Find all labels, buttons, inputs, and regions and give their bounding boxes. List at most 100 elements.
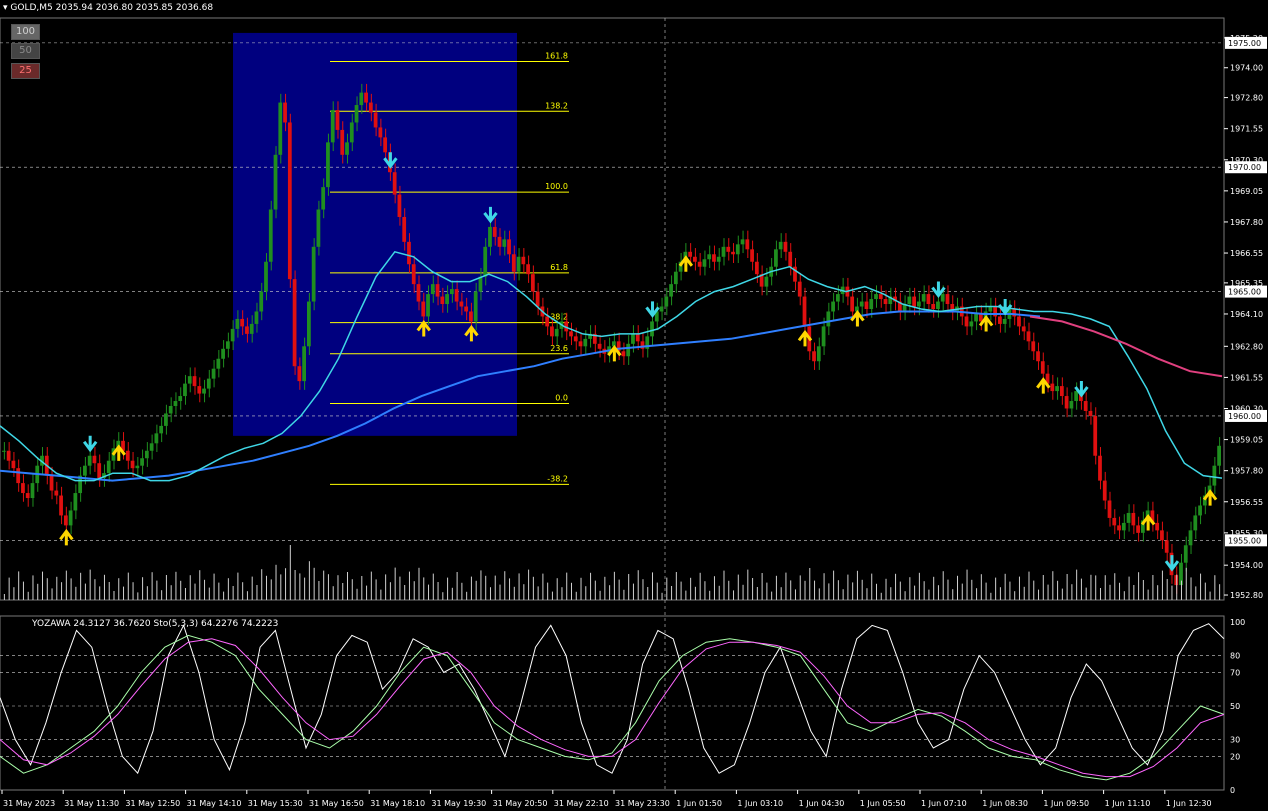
candle-body (307, 301, 311, 347)
volume-bar (661, 592, 663, 600)
time-tick-label: 1 Jun 07:10 (921, 799, 967, 808)
volume-bar (1076, 569, 1078, 600)
volume-bar (423, 577, 425, 600)
volume-bar (1200, 573, 1202, 600)
candle-body (187, 376, 192, 384)
candle-body (797, 281, 802, 297)
candle-body (68, 510, 73, 526)
volume-bar (8, 577, 10, 600)
volume-bar (523, 584, 525, 600)
candle-body (1121, 522, 1126, 531)
scale-100-button[interactable]: 100 (11, 24, 40, 40)
candle-body (788, 251, 793, 267)
volume-bar (980, 574, 982, 600)
volume-bar (118, 578, 120, 600)
volume-bar (142, 577, 144, 600)
time-tick-label: 31 May 2023 (3, 799, 55, 808)
candle-body (230, 328, 235, 342)
candle-body (578, 341, 583, 347)
volume-bar (999, 587, 1001, 600)
candle-body (731, 251, 735, 255)
volume-bar (251, 576, 253, 600)
volume-bar (242, 582, 244, 600)
volume-bar (89, 569, 91, 600)
volume-bar (566, 572, 568, 600)
volume-bar (103, 574, 105, 600)
volume-bar (199, 570, 201, 600)
price-tick-label: 1972.80 (1230, 94, 1263, 103)
osc-tick-label: 20 (1230, 752, 1240, 761)
volume-bar (952, 589, 954, 600)
candle-body (816, 346, 821, 362)
candle-body (245, 326, 249, 334)
volume-bar (223, 591, 225, 600)
volume-bar (451, 587, 453, 600)
volume-bar (146, 586, 148, 600)
candle-body (416, 284, 421, 302)
volume-bars (3, 545, 1221, 600)
volume-bar (404, 585, 406, 600)
volume-bar (852, 582, 854, 600)
candle-body (1021, 326, 1026, 332)
candle-body (707, 254, 712, 260)
volume-bar (246, 591, 248, 600)
candle-body (164, 413, 168, 426)
candle-body (693, 256, 697, 262)
fib-label: 161.8 (545, 52, 568, 61)
candle-body (330, 110, 335, 143)
candle-body (364, 92, 368, 103)
collapse-triangle-icon[interactable]: ▾ (3, 3, 8, 13)
volume-bar (1095, 575, 1097, 600)
volume-bar (1185, 567, 1187, 600)
price-tick-label: 1964.10 (1230, 310, 1263, 319)
volume-bar (466, 591, 468, 600)
volume-bar (380, 589, 382, 600)
volume-bar (628, 574, 630, 600)
volume-bar (694, 586, 696, 600)
volume-bar (18, 571, 20, 600)
candle-body (1059, 386, 1064, 397)
volume-bar (837, 580, 839, 600)
candle-body (650, 321, 654, 337)
candle-body (21, 483, 25, 494)
volume-bar (642, 579, 644, 600)
candle-body (974, 313, 978, 322)
volume-bar (542, 573, 544, 600)
candle-body (621, 351, 626, 357)
scale-25-button[interactable]: 25 (11, 63, 40, 79)
volume-bar (61, 582, 63, 600)
candle-body (316, 209, 321, 247)
scale-50-button[interactable]: 50 (11, 43, 40, 59)
volume-bar (1104, 575, 1106, 600)
volume-bar (289, 545, 291, 600)
volume-bar (1204, 582, 1206, 600)
volume-bar (914, 585, 916, 600)
candle-body (221, 348, 225, 359)
volume-bar (1052, 571, 1054, 600)
candle-body (106, 460, 111, 474)
volume-bar (1180, 580, 1182, 600)
volume-bar (342, 583, 344, 600)
sell-arrow-icon (82, 435, 98, 453)
candle-body (159, 425, 164, 434)
candle-body (869, 299, 874, 309)
volume-bar (570, 582, 572, 600)
candle-body (1193, 515, 1198, 531)
volume-bar (1066, 574, 1068, 600)
volume-bar (895, 573, 897, 600)
volume-bar (32, 575, 34, 600)
candle-body (302, 346, 306, 382)
volume-bar (204, 579, 206, 600)
time-tick-label: 31 May 19:30 (431, 799, 486, 808)
volume-bar (189, 575, 191, 600)
volume-bar (723, 570, 725, 600)
candle-body (1102, 480, 1107, 501)
candle-body (874, 294, 878, 300)
volume-bar (261, 569, 263, 600)
volume-bar (594, 580, 596, 600)
candle-body (140, 458, 144, 466)
candle-body (964, 316, 969, 327)
candle-body (1155, 522, 1160, 531)
volume-bar (13, 587, 15, 600)
candle-body (87, 455, 92, 466)
